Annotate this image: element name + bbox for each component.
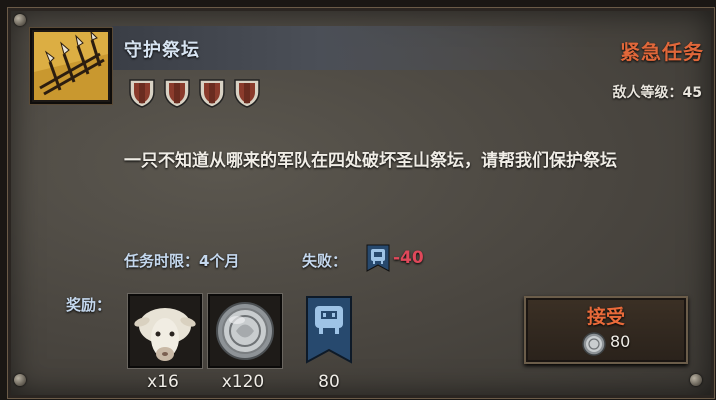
- title-band: [112, 26, 708, 70]
- sheep-icon: [130, 296, 200, 366]
- reward-count: x120: [221, 372, 265, 392]
- faction-banner-icon[interactable]: [306, 296, 352, 364]
- accept-button[interactable]: 接受 80: [524, 296, 688, 364]
- urgent-quest-label: 紧急任务: [620, 40, 704, 64]
- silver-coin-icon: [210, 296, 280, 366]
- quest-title: 守护祭坛: [124, 40, 200, 61]
- corner-rivet-icon: [14, 14, 26, 26]
- shield-icon: [199, 79, 225, 108]
- corner-rivet-icon: [690, 374, 702, 386]
- quest-description: 一只不知道从哪来的军队在四处破坏圣山祭坛，请帮我们保护祭坛: [124, 151, 617, 171]
- reward-slot-silver[interactable]: [208, 294, 282, 368]
- reward-count: x16: [147, 372, 179, 392]
- corner-rivet-icon: [14, 374, 26, 386]
- reward-count: 80: [318, 372, 340, 392]
- quest-emblem: [30, 28, 112, 104]
- time-limit: 任务时限：4个月: [124, 252, 240, 270]
- reward-slot-sheep[interactable]: [128, 294, 202, 368]
- fail-label: 失败：: [302, 252, 348, 270]
- spiked-barricade-icon: [34, 32, 108, 100]
- faction-banner-icon: [366, 244, 390, 272]
- accept-label: 接受: [586, 306, 625, 328]
- shield-icon: [234, 79, 260, 108]
- shield-icon: [129, 79, 155, 108]
- shield-icon: [164, 79, 190, 108]
- rewards-label: 奖励：: [66, 296, 112, 314]
- enemy-level: 敌人等级：45: [612, 85, 702, 101]
- difficulty-shields: [128, 78, 261, 108]
- accept-cost: 80: [610, 332, 631, 351]
- silver-coin-icon: [582, 332, 606, 356]
- fail-penalty-value: -40: [393, 248, 424, 268]
